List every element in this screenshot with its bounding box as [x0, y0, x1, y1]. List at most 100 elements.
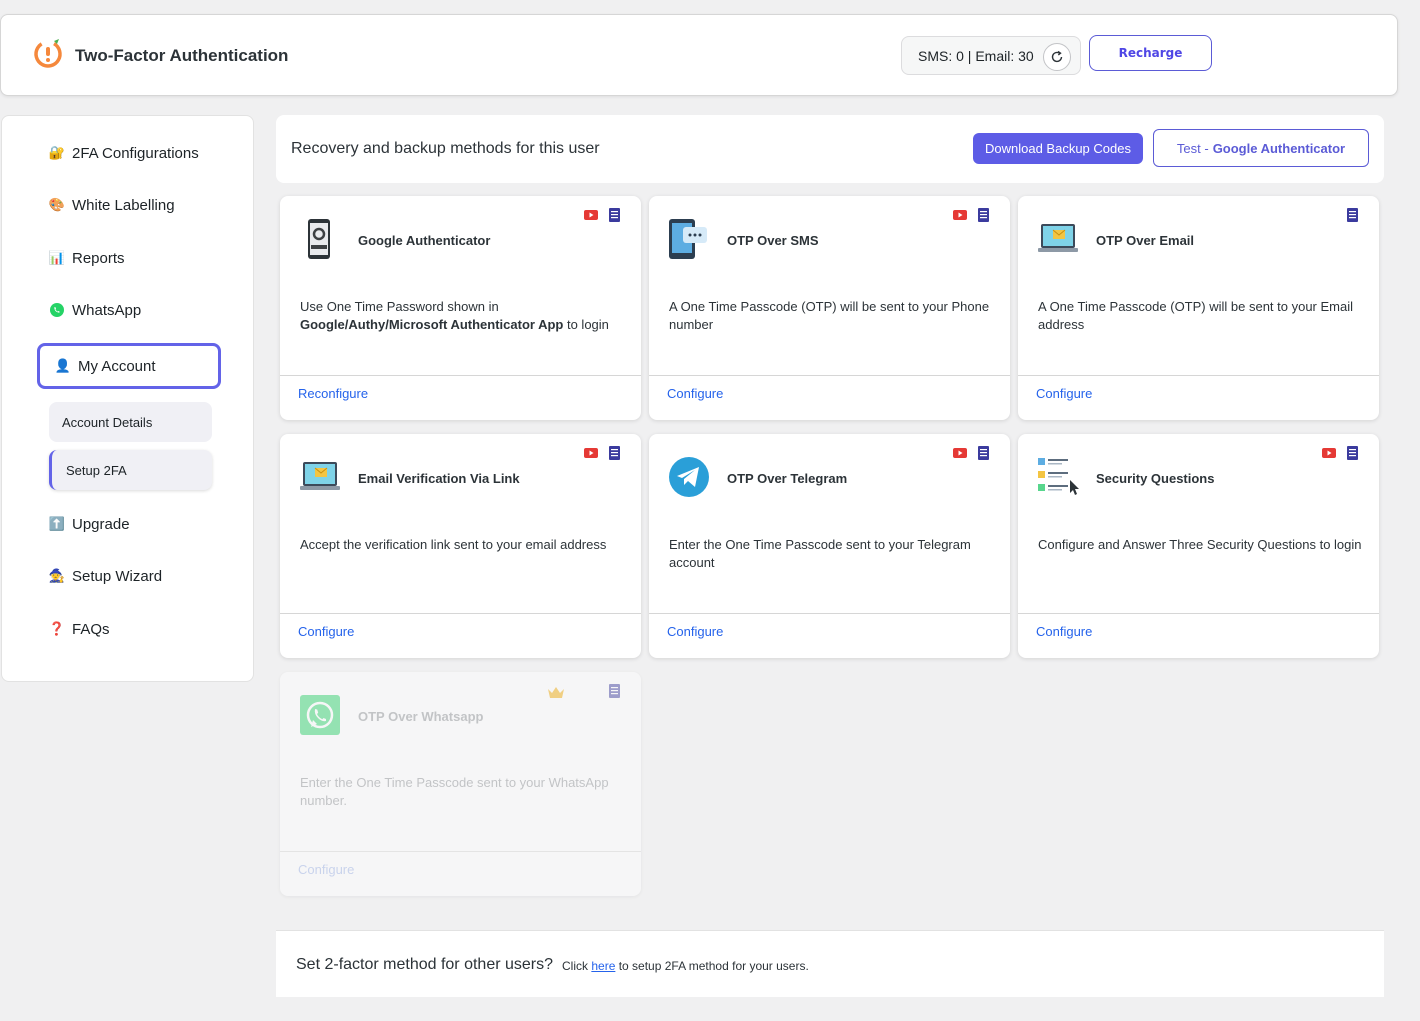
sidebar-item-reports[interactable]: 📊 Reports — [48, 249, 125, 267]
configure-link[interactable]: Configure — [667, 624, 723, 639]
card-title: OTP Over Telegram — [727, 471, 848, 486]
sidebar-subitem-setup-2fa[interactable]: Setup 2FA — [49, 450, 212, 490]
method-card-otp-sms: OTP Over SMS A One Time Passcode (OTP) w… — [649, 196, 1010, 420]
authenticator-phone-icon — [308, 219, 330, 259]
card-description: Use One Time Password shown in Google/Au… — [300, 299, 609, 332]
configure-link[interactable]: Configure — [1036, 624, 1092, 639]
user-icon: 👤 — [54, 358, 72, 373]
sidebar-item-whatsapp[interactable]: WhatsApp — [48, 301, 141, 319]
refresh-icon — [1051, 50, 1063, 63]
document-icon[interactable] — [1347, 446, 1358, 460]
sms-phone-icon — [669, 219, 707, 259]
chart-icon: 📊 — [48, 250, 66, 265]
sidebar-item-label: FAQs — [72, 620, 110, 638]
card-footer: Configure — [1018, 375, 1379, 420]
document-icon[interactable] — [978, 208, 989, 222]
method-card-security-questions: Security Questions Configure and Answer … — [1018, 434, 1379, 658]
document-icon[interactable] — [978, 446, 989, 460]
palette-icon: 🎨 — [48, 197, 66, 212]
sms-email-counter: SMS: 0 | Email: 30 — [901, 36, 1081, 75]
download-backup-codes-button[interactable]: Download Backup Codes — [973, 133, 1143, 164]
document-icon[interactable] — [609, 684, 620, 698]
card-description: A One Time Passcode (OTP) will be sent t… — [1038, 299, 1354, 332]
sidebar-item-upgrade[interactable]: ⬆️ Upgrade — [48, 515, 130, 533]
test-prefix: Test - — [1176, 140, 1209, 156]
test-method-name: Google Authenticator — [1212, 140, 1346, 156]
page-title: Recovery and backup methods for this use… — [291, 140, 600, 157]
configure-link[interactable]: Configure — [298, 624, 354, 639]
card-description: Accept the verification link sent to you… — [300, 537, 607, 552]
sidebar-item-label: WhatsApp — [72, 301, 142, 319]
other-users-footer: Set 2-factor method for other users? Cli… — [276, 930, 1384, 997]
here-link[interactable]: here — [591, 959, 615, 973]
card-footer: Configure — [280, 851, 641, 896]
document-icon[interactable] — [609, 446, 620, 460]
card-description: Enter the One Time Passcode sent to your… — [300, 775, 609, 808]
sidebar-item-label: Reports — [72, 249, 125, 267]
card-description: Enter the One Time Passcode sent to your… — [669, 537, 971, 570]
card-footer: Reconfigure — [280, 375, 641, 420]
card-footer: Configure — [649, 375, 1010, 420]
document-icon[interactable] — [1347, 208, 1358, 222]
sidebar-item-2fa-configurations[interactable]: 🔐 2FA Configurations — [48, 144, 199, 162]
method-card-otp-whatsapp: OTP Over Whatsapp Enter the One Time Pas… — [280, 672, 641, 896]
youtube-icon[interactable] — [584, 210, 598, 220]
lock-icon: 🔐 — [48, 145, 66, 160]
sidebar-item-white-labelling[interactable]: 🎨 White Labelling — [48, 196, 175, 214]
other-users-question: Set 2-factor method for other users? — [296, 956, 554, 973]
youtube-icon[interactable] — [1322, 448, 1336, 458]
card-title: OTP Over SMS — [727, 233, 819, 248]
card-description: A One Time Passcode (OTP) will be sent t… — [669, 299, 990, 332]
top-header: Two-Factor Authentication SMS: 0 | Email… — [0, 14, 1398, 96]
youtube-icon[interactable] — [584, 448, 598, 458]
card-title: Email Verification Via Link — [358, 471, 520, 486]
sidebar-item-label: White Labelling — [72, 196, 175, 214]
sidebar-item-label: Setup Wizard — [72, 567, 163, 585]
telegram-icon — [669, 457, 709, 497]
card-title: OTP Over Email — [1096, 233, 1195, 248]
methods-heading-bar: Recovery and backup methods for this use… — [276, 115, 1384, 183]
card-footer: Configure — [280, 613, 641, 658]
document-icon[interactable] — [609, 208, 620, 222]
method-card-google-authenticator: Google Authenticator Use One Time Passwo… — [280, 196, 641, 420]
counter-text: SMS: 0 | Email: 30 — [918, 48, 1034, 64]
sidebar: 🔐 2FA Configurations 🎨 White Labelling 📊… — [1, 115, 254, 682]
wizard-icon: 🧙 — [48, 568, 66, 583]
crown-icon — [548, 687, 564, 698]
method-card-email-verification-link: Email Verification Via Link Accept the v… — [280, 434, 641, 658]
configure-link: Configure — [298, 862, 355, 877]
email-link-laptop-icon — [300, 462, 340, 490]
sidebar-subitem-account-details[interactable]: Account Details — [49, 402, 212, 442]
method-card-otp-telegram: OTP Over Telegram Enter the One Time Pas… — [649, 434, 1010, 658]
reconfigure-link[interactable]: Reconfigure — [298, 386, 368, 401]
whatsapp-icon — [48, 301, 66, 319]
sidebar-item-faqs[interactable]: ❓ FAQs — [48, 620, 110, 638]
test-method-button[interactable]: Test - Google Authenticator — [1153, 129, 1369, 167]
other-users-text: Click here to setup 2FA method for your … — [562, 959, 809, 973]
security-questions-icon — [1038, 458, 1079, 495]
refresh-button[interactable] — [1043, 43, 1071, 71]
sidebar-item-my-account[interactable]: 👤 My Account — [37, 343, 221, 389]
recharge-button[interactable]: Recharge — [1089, 35, 1212, 71]
question-icon: ❓ — [48, 621, 66, 636]
card-footer: Configure — [1018, 613, 1379, 658]
card-title: Google Authenticator — [358, 233, 491, 248]
youtube-icon[interactable] — [953, 210, 967, 220]
sidebar-item-setup-wizard[interactable]: 🧙 Setup Wizard — [48, 567, 162, 585]
card-title: OTP Over Whatsapp — [358, 709, 484, 724]
logo-icon — [34, 39, 62, 68]
card-footer: Configure — [649, 613, 1010, 658]
email-laptop-icon — [1038, 224, 1078, 252]
app-title: Two-Factor Authentication — [75, 46, 289, 65]
method-card-otp-email: OTP Over Email A One Time Passcode (OTP)… — [1018, 196, 1379, 420]
sidebar-item-label: 2FA Configurations — [72, 144, 199, 162]
configure-link[interactable]: Configure — [667, 386, 723, 401]
whatsapp-icon — [300, 695, 340, 735]
upgrade-icon: ⬆️ — [48, 516, 66, 531]
card-title: Security Questions — [1096, 471, 1215, 486]
sidebar-item-label: Upgrade — [72, 515, 130, 533]
sidebar-item-label: My Account — [78, 357, 156, 375]
youtube-icon[interactable] — [953, 448, 967, 458]
configure-link[interactable]: Configure — [1036, 386, 1092, 401]
card-description: Configure and Answer Three Security Ques… — [1038, 537, 1362, 552]
